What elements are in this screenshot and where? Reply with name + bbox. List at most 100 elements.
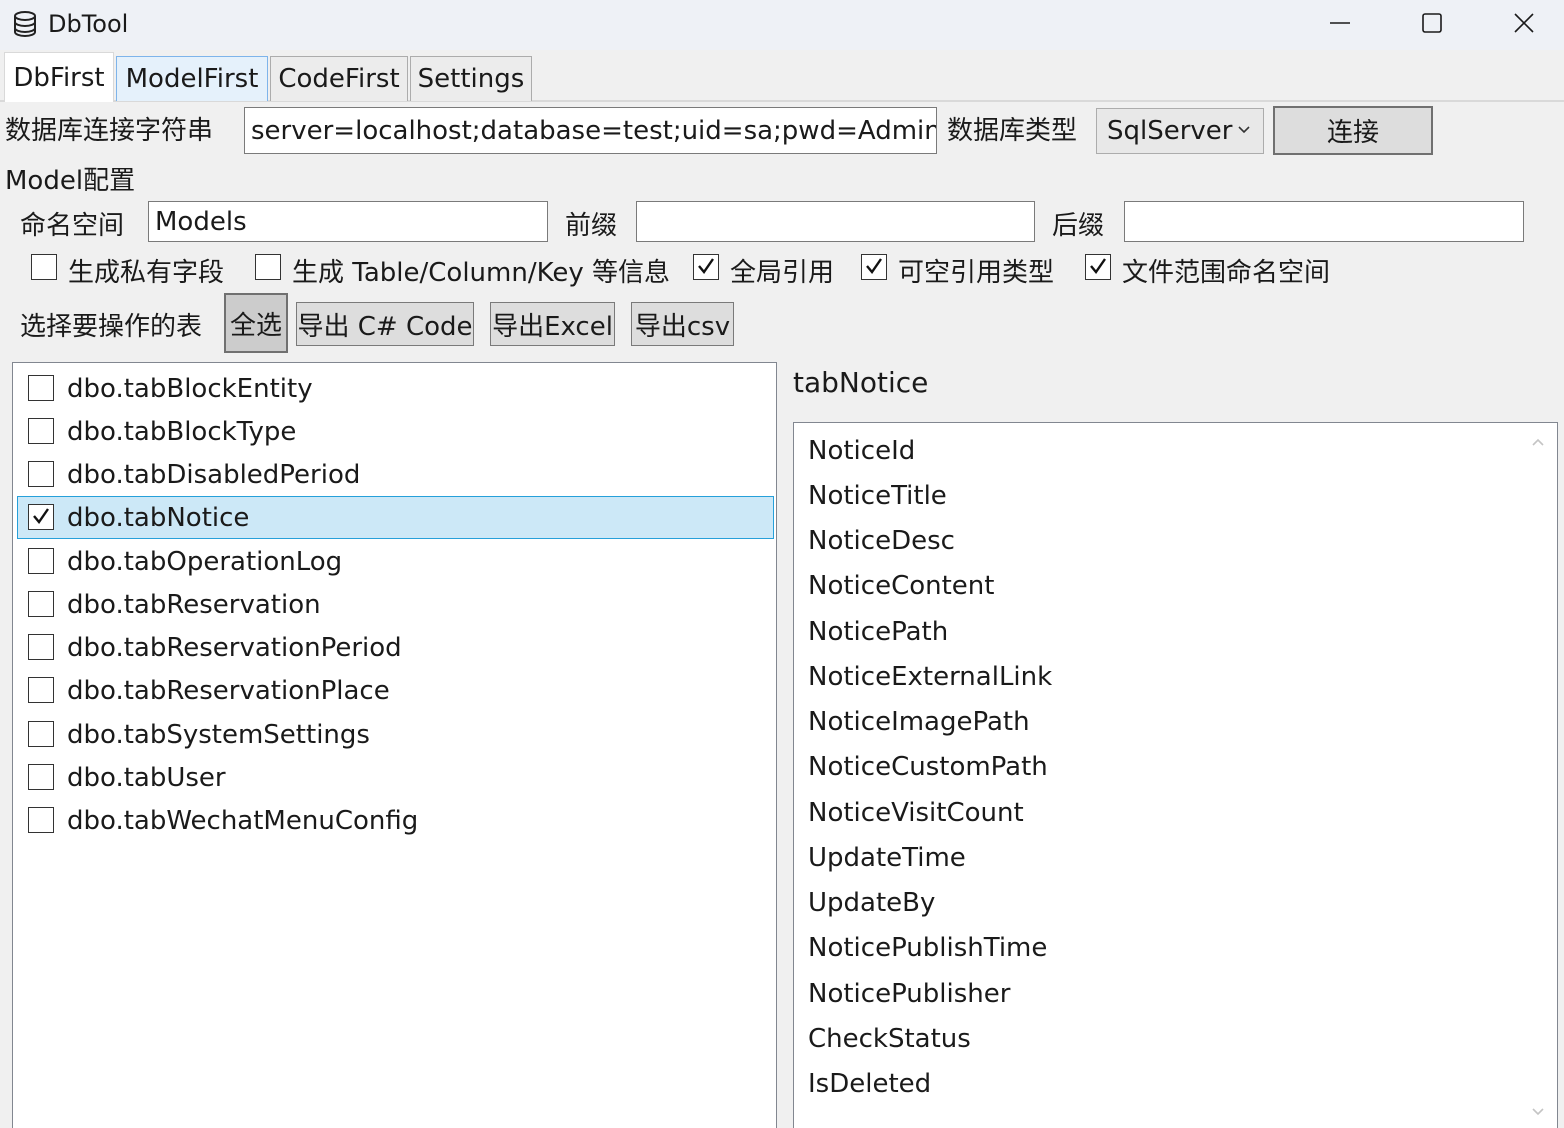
field-item: NoticeImagePath [808,707,1030,737]
field-item: NoticeDesc [808,526,955,556]
tab-modelfirst[interactable]: ModelFirst [116,56,268,101]
window-title: DbTool [48,10,129,38]
table-checkbox[interactable] [28,461,54,487]
table-checkbox[interactable] [28,721,54,747]
field-list[interactable]: NoticeId NoticeTitle NoticeDesc NoticeCo… [793,422,1558,1128]
table-checkbox[interactable] [28,418,54,444]
table-checkbox[interactable] [28,634,54,660]
selected-table-title: tabNotice [793,366,929,399]
scroll-down-icon[interactable] [1531,1107,1545,1117]
table-checkbox[interactable] [28,548,54,574]
table-list-item[interactable]: dbo.tabWechatMenuConfig [17,799,774,842]
select-all-button[interactable]: 全选 [224,293,288,353]
table-list-item[interactable]: dbo.tabBlockType [17,410,774,453]
db-type-value: SqlServer [1107,116,1233,146]
field-item: NoticePublishTime [808,933,1048,963]
file-scoped-namespace-label: 文件范围命名空间 [1122,258,1331,288]
model-config-label: Model配置 [5,166,136,196]
db-type-label: 数据库类型 [947,116,1078,146]
table-name: dbo.tabOperationLog [67,546,343,577]
table-checkbox[interactable] [28,591,54,617]
table-name: dbo.tabBlockEntity [67,373,313,404]
table-name: dbo.tabWechatMenuConfig [67,805,419,836]
global-using-checkbox[interactable] [693,254,719,280]
nullable-reference-label: 可空引用类型 [898,258,1055,288]
global-using-label: 全局引用 [730,258,835,288]
checkmark-icon [33,508,49,524]
field-item: NoticePath [808,617,949,647]
nullable-reference-checkbox[interactable] [861,254,887,280]
checkmark-icon [1090,258,1106,274]
table-list-item[interactable]: dbo.tabOperationLog [17,540,774,583]
table-checkbox[interactable] [28,504,54,530]
close-icon [1514,13,1534,33]
field-item: NoticePublisher [808,979,1011,1009]
chevron-down-icon [1238,126,1250,134]
table-checkbox[interactable] [28,375,54,401]
table-list-item[interactable]: dbo.tabUser [17,756,774,799]
field-item: NoticeId [808,436,916,466]
prefix-label: 前缀 [565,211,618,241]
table-list-item-selected[interactable]: dbo.tabNotice [17,496,774,539]
minimize-button[interactable] [1294,0,1386,46]
table-name: dbo.tabReservation [67,589,321,620]
export-excel-button[interactable]: 导出Excel [490,302,615,346]
table-list-item[interactable]: dbo.tabReservationPeriod [17,626,774,669]
maximize-icon [1422,13,1442,33]
field-item: NoticeContent [808,571,995,601]
table-name: dbo.tabDisabledPeriod [67,459,361,490]
table-list-item[interactable]: dbo.tabReservationPlace [17,669,774,712]
table-checkbox[interactable] [28,807,54,833]
private-fields-label: 生成私有字段 [68,258,225,288]
close-button[interactable] [1478,0,1564,46]
title-bar: DbTool [0,0,1564,50]
table-name: dbo.tabUser [67,762,226,793]
export-csharp-button[interactable]: 导出 C# Code [296,302,474,346]
database-icon [14,11,36,38]
minimize-icon [1330,22,1350,24]
select-tables-label: 选择要操作的表 [20,312,203,342]
table-list-item[interactable]: dbo.tabSystemSettings [17,713,774,756]
table-checkbox[interactable] [28,677,54,703]
table-name: dbo.tabBlockType [67,416,297,447]
table-name: dbo.tabReservationPeriod [67,632,402,663]
connect-button[interactable]: 连接 [1273,106,1433,155]
suffix-input[interactable] [1124,201,1524,242]
namespace-input[interactable]: Models [148,201,548,242]
table-column-key-checkbox[interactable] [255,254,281,280]
private-fields-checkbox[interactable] [31,254,57,280]
tab-codefirst[interactable]: CodeFirst [270,56,408,101]
connection-string-label: 数据库连接字符串 [5,116,214,146]
table-name: dbo.tabNotice [67,502,250,533]
table-list-item[interactable]: dbo.tabDisabledPeriod [17,453,774,496]
field-item: NoticeTitle [808,481,947,511]
checkmark-icon [866,258,882,274]
field-item: UpdateTime [808,843,966,873]
export-csv-button[interactable]: 导出csv [631,302,734,346]
checkmark-icon [698,258,714,274]
field-item: CheckStatus [808,1024,971,1054]
table-column-key-label: 生成 Table/Column/Key 等信息 [292,258,670,288]
field-item: NoticeCustomPath [808,752,1048,782]
scroll-up-icon[interactable] [1531,437,1545,447]
table-list-item[interactable]: dbo.tabReservation [17,583,774,626]
tab-settings[interactable]: Settings [410,56,532,101]
table-name: dbo.tabReservationPlace [67,675,390,706]
table-checkbox[interactable] [28,764,54,790]
field-list-scrollbar[interactable] [1519,423,1557,1128]
table-list[interactable]: dbo.tabBlockEntity dbo.tabBlockType dbo.… [12,362,777,1128]
maximize-button[interactable] [1386,0,1478,46]
prefix-input[interactable] [636,201,1035,242]
field-item: UpdateBy [808,888,936,918]
namespace-label: 命名空间 [20,211,125,241]
table-list-item[interactable]: dbo.tabBlockEntity [17,367,774,410]
file-scoped-namespace-checkbox[interactable] [1085,254,1111,280]
connection-string-input[interactable]: server=localhost;database=test;uid=sa;pw… [244,107,937,154]
field-item: NoticeVisitCount [808,798,1024,828]
table-name: dbo.tabSystemSettings [67,719,370,750]
field-item: NoticeExternalLink [808,662,1053,692]
tab-dbfirst[interactable]: DbFirst [4,52,114,102]
field-item: IsDeleted [808,1069,932,1099]
db-type-select[interactable]: SqlServer [1096,108,1264,154]
suffix-label: 后缀 [1052,211,1105,241]
